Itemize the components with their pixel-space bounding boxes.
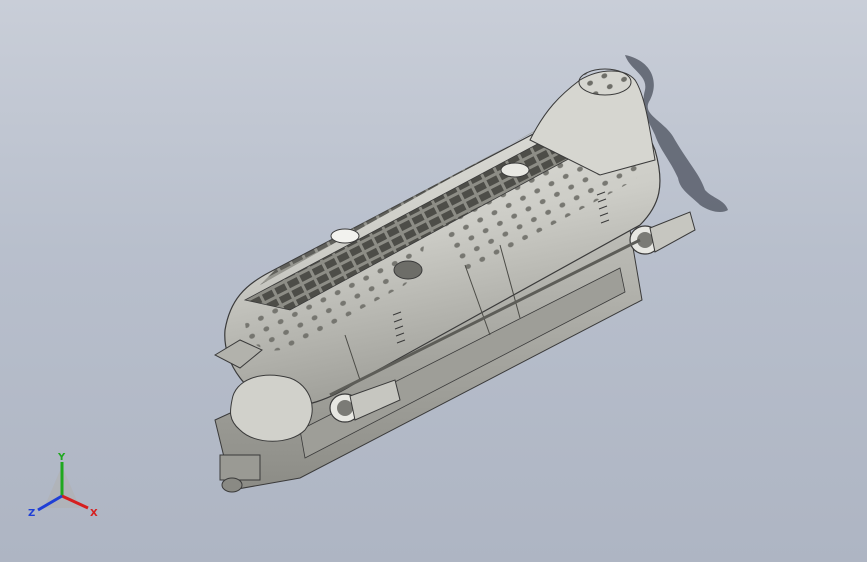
aft-hatch — [500, 162, 530, 178]
coordinate-triad: Y X Z — [28, 452, 98, 519]
nose-section — [229, 374, 313, 442]
y-axis-label: Y — [57, 452, 66, 463]
roof-hatch — [330, 228, 360, 244]
graphics-viewport[interactable]: Y X Z — [0, 0, 867, 562]
front-wheel — [221, 477, 243, 493]
aft-rotor-hub-opening — [578, 68, 632, 96]
fuselage-model[interactable] — [0, 0, 867, 562]
front-landing-gear — [219, 454, 261, 481]
side-hatch — [393, 260, 423, 280]
z-axis-label: Z — [28, 508, 35, 519]
x-axis-label: X — [90, 508, 98, 519]
